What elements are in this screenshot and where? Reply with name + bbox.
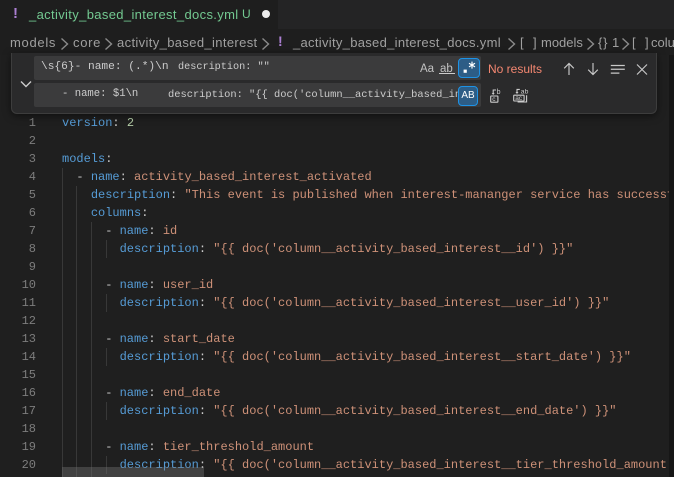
svg-text:b: b	[497, 89, 501, 96]
svg-text:ac: ac	[515, 95, 523, 102]
